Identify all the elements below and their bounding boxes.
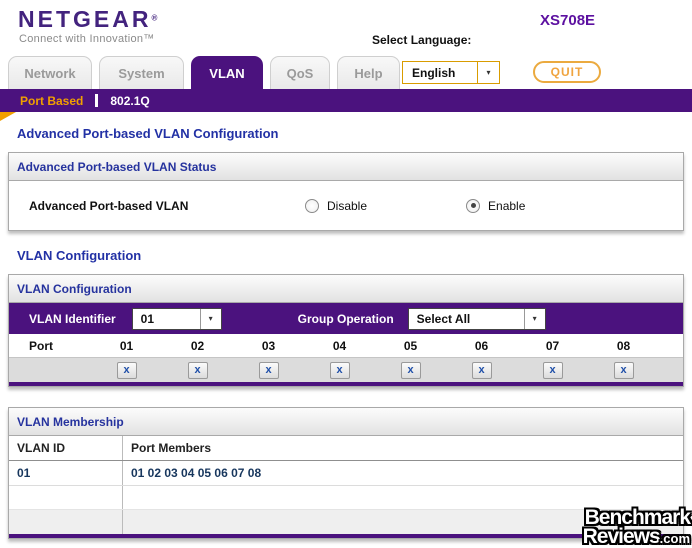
status-panel: Advanced Port-based VLAN Status Advanced… <box>8 152 684 231</box>
group-operation-select[interactable]: Select All ▾ <box>407 307 546 330</box>
advanced-vlan-label: Advanced Port-based VLAN <box>29 198 189 213</box>
port-02-header: 02 <box>190 338 205 353</box>
status-panel-body: Advanced Port-based VLAN Disable Enable <box>9 181 683 230</box>
port-01-x-button[interactable]: x <box>116 361 137 379</box>
vlan-config-panel-footer-bar <box>9 382 683 386</box>
subnav-separator <box>95 94 99 107</box>
vlan-configuration-title: VLAN Configuration <box>17 248 142 263</box>
benchmark-reviews-watermark: Benchmark Reviews.com <box>582 507 691 548</box>
select-language-label: Select Language: <box>372 33 472 47</box>
watermark-suffix: .com <box>659 530 690 546</box>
logo-tagline: Connect with Innovation™ <box>19 33 155 45</box>
port-members-cell: 01 02 03 04 05 06 07 08 <box>131 466 262 480</box>
vlan-identifier-select[interactable]: 01 ▾ <box>131 307 222 330</box>
empty-table-row <box>9 486 683 510</box>
subnav-bar: Port Based 802.1Q <box>0 89 692 112</box>
port-02-x-button[interactable]: x <box>187 361 208 379</box>
port-buttons-row: x x x x x x x x <box>9 357 683 382</box>
subnav-active-pointer-icon <box>0 112 16 121</box>
group-operation-label: Group Operation <box>297 311 394 326</box>
status-panel-header: Advanced Port-based VLAN Status <box>9 153 683 181</box>
port-06-x-button[interactable]: x <box>471 361 492 379</box>
port-05-header: 05 <box>403 338 418 353</box>
port-01-header: 01 <box>119 338 134 353</box>
port-header-row: Port 01 02 03 04 05 06 07 08 <box>9 334 683 357</box>
port-05-x-button[interactable]: x <box>400 361 421 379</box>
vlan-identifier-arrow-box: ▾ <box>199 308 221 329</box>
membership-panel-header: VLAN Membership <box>9 408 683 436</box>
vlan-id-cell: 01 <box>9 461 123 485</box>
vlan-id-column-header: VLAN ID <box>9 436 123 460</box>
vlan-config-panel-header: VLAN Configuration <box>9 275 683 303</box>
chevron-down-icon: ▾ <box>486 68 491 77</box>
tab-qos[interactable]: QoS <box>270 56 330 89</box>
tab-system[interactable]: System <box>99 56 184 89</box>
vlan-identifier-value: 01 <box>140 311 155 326</box>
logo-text: NETGEAR <box>18 6 152 32</box>
port-08-x-button[interactable]: x <box>613 361 634 379</box>
language-select-value: English <box>412 65 456 80</box>
radio-enable[interactable]: Enable <box>466 198 526 213</box>
table-row[interactable]: 01 01 02 03 04 05 06 07 08 <box>9 461 683 486</box>
port-label: Port <box>29 338 53 353</box>
netgear-logo: NETGEAR® <box>18 6 157 33</box>
chevron-down-icon: ▾ <box>532 314 537 323</box>
tab-help[interactable]: Help <box>337 56 400 89</box>
device-model: XS708E <box>540 12 596 29</box>
radio-disable-circle-icon <box>305 198 319 213</box>
group-operation-arrow-box: ▾ <box>523 308 545 329</box>
radio-disable-label: Disable <box>327 198 368 213</box>
vlan-identifier-label: VLAN Identifier <box>29 311 116 326</box>
radio-enable-circle-icon <box>466 198 481 213</box>
page-title: Advanced Port-based VLAN Configuration <box>17 126 279 141</box>
watermark-line2: Reviews.com <box>582 524 690 548</box>
port-08-header: 08 <box>616 338 631 353</box>
port-07-x-button[interactable]: x <box>542 361 563 379</box>
tab-vlan[interactable]: VLAN <box>191 56 263 89</box>
port-members-column-header: Port Members <box>131 441 212 455</box>
port-03-header: 03 <box>261 338 276 353</box>
tab-network[interactable]: Network <box>8 56 92 89</box>
port-04-x-button[interactable]: x <box>329 361 350 379</box>
vlan-config-controls-row: VLAN Identifier 01 ▾ Group Operation Sel… <box>9 303 683 334</box>
language-select-arrow-box: ▾ <box>477 62 499 83</box>
membership-header-row: VLAN ID Port Members <box>9 436 683 461</box>
port-04-header: 04 <box>332 338 347 353</box>
port-03-x-button[interactable]: x <box>258 361 279 379</box>
quit-button[interactable]: QUIT <box>533 61 601 83</box>
vlan-config-panel: VLAN Configuration VLAN Identifier 01 ▾ … <box>8 274 684 387</box>
radio-enable-label: Enable <box>488 198 526 213</box>
subnav-item-port-based[interactable]: Port Based <box>20 94 83 108</box>
subnav-item-8021q[interactable]: 802.1Q <box>110 94 149 108</box>
language-select[interactable]: English ▾ <box>402 61 500 84</box>
radio-disable[interactable]: Disable <box>305 198 368 213</box>
registered-mark: ® <box>151 13 158 23</box>
app-header: NETGEAR® Connect with Innovation™ XS708E… <box>0 0 692 121</box>
port-07-header: 07 <box>545 338 560 353</box>
main-tabs: Network System VLAN QoS Help <box>8 56 400 89</box>
main-content: Advanced Port-based VLAN Configuration A… <box>0 126 692 539</box>
port-06-header: 06 <box>474 338 489 353</box>
chevron-down-icon: ▾ <box>208 314 213 323</box>
group-operation-value: Select All <box>416 311 471 326</box>
